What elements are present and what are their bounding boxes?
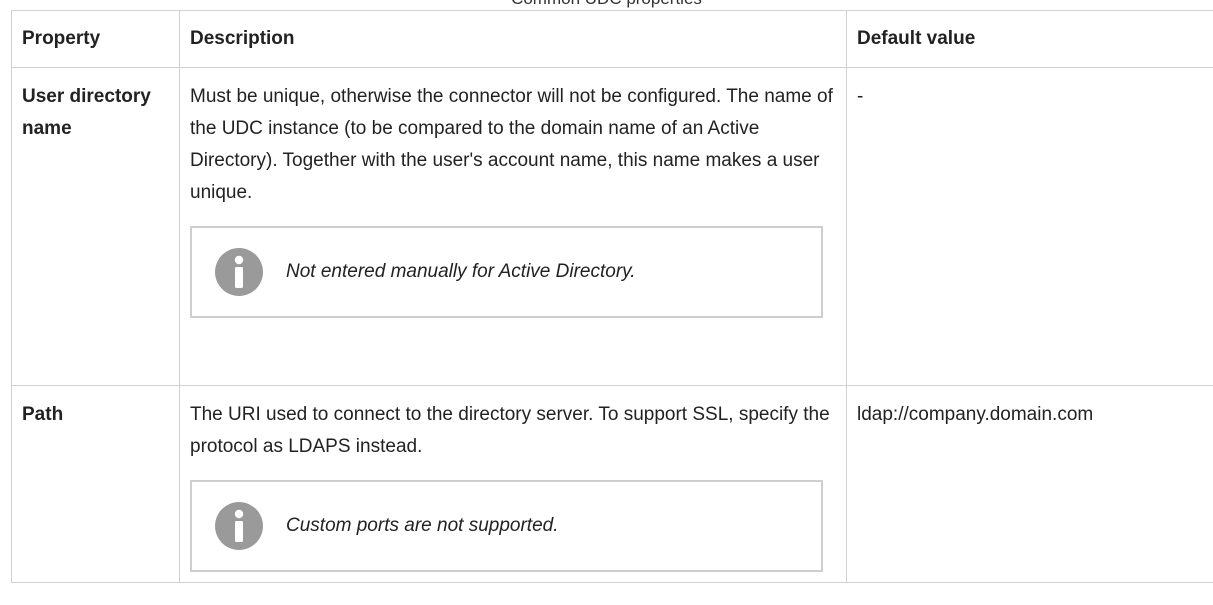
info-icon xyxy=(215,248,263,296)
note-box: Custom ports are not supported. xyxy=(190,480,823,572)
table-header-row: Property Description Default value xyxy=(11,10,1213,68)
note-text: Not entered manually for Active Director… xyxy=(286,261,636,282)
property-description: Must be unique, otherwise the connector … xyxy=(190,86,833,203)
column-header-description: Description xyxy=(179,10,847,68)
property-name: User directory name xyxy=(11,67,180,386)
property-description-cell: The URI used to connect to the directory… xyxy=(179,385,847,583)
property-name: Path xyxy=(11,385,180,583)
column-header-default-value: Default value xyxy=(846,10,1213,68)
table-row: Path The URI used to connect to the dire… xyxy=(11,385,1213,583)
note-box: Not entered manually for Active Director… xyxy=(190,226,823,318)
column-header-property: Property xyxy=(11,10,180,68)
note-text: Custom ports are not supported. xyxy=(286,515,559,536)
property-description-cell: Must be unique, otherwise the connector … xyxy=(179,67,847,386)
default-value: - xyxy=(846,67,1213,386)
table-caption: Common UDC properties xyxy=(0,0,1213,9)
info-icon xyxy=(215,502,263,550)
table-row: User directory name Must be unique, othe… xyxy=(11,67,1213,386)
properties-table: Property Description Default value User … xyxy=(11,10,1213,583)
default-value: ldap://company.domain.com xyxy=(846,385,1213,583)
property-description: The URI used to connect to the directory… xyxy=(190,404,830,457)
